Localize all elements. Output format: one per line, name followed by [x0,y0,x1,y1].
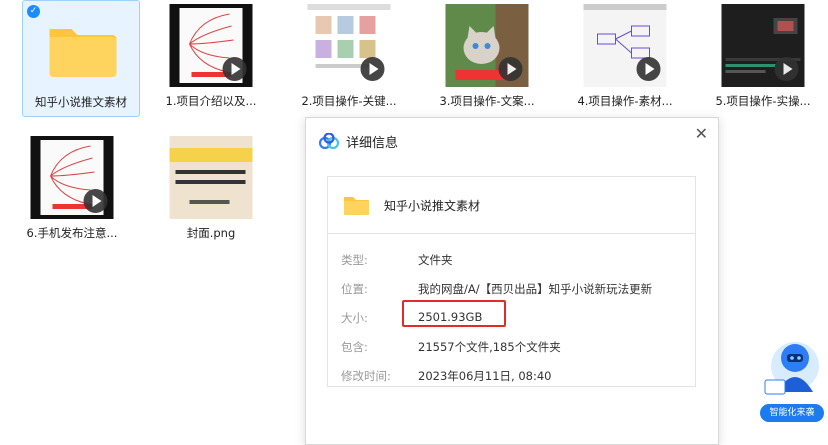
assistant-label[interactable]: 智能化来袭 [760,404,824,422]
file-name: 2.项目操作-关键... [301,94,397,108]
play-icon[interactable] [636,57,661,81]
cover-image-thumbnail [169,136,253,219]
mindmap-thumbnail [30,136,114,219]
file-name: 6.手机发布注意... [26,226,118,240]
row-label: 大小: [341,311,368,325]
file-tile-image[interactable]: 封面.png [152,132,270,249]
file-tile-video[interactable]: 5.项目操作-实操... [704,0,822,117]
row-label: 修改时间: [341,369,391,383]
file-tile-video[interactable]: 4.项目操作-素材... [566,0,684,117]
diagram-thumbnail [583,4,667,87]
file-tile-video[interactable]: 3.项目操作-文案... [428,0,546,117]
play-icon[interactable] [498,57,523,81]
play-icon[interactable] [360,57,385,81]
row-label: 包含: [341,340,368,354]
kitten-thumbnail [445,4,529,87]
file-name: 知乎小说推文素材 [35,95,127,109]
folder-icon [49,29,117,77]
row-value: 文件夹 [418,253,453,267]
robot-mascot-icon [764,342,819,395]
play-icon[interactable] [83,189,108,213]
mindmap-thumbnail [169,4,253,87]
folder-name: 知乎小说推文素材 [384,199,481,213]
webpage-thumbnail [307,4,391,87]
info-panel: 知乎小说推文素材 类型: 文件夹 位置: 我的网盘/A/【西贝出品】知乎小说新玩… [327,176,696,387]
row-value: 2023年06月11日, 08:40 [418,369,552,383]
row-value: 21557个文件,185个文件夹 [418,340,561,354]
play-icon[interactable] [222,57,247,81]
size-highlight-box [402,300,506,327]
file-name: 1.项目介绍以及... [165,94,257,108]
dark-editor-thumbnail [721,4,805,87]
play-icon[interactable] [774,57,799,81]
file-tile-video[interactable]: 1.项目介绍以及... [152,0,270,117]
row-label: 类型: [341,253,368,267]
file-name: 3.项目操作-文案... [439,94,535,108]
file-tile-folder[interactable]: ✓ 知乎小说推文素材 [22,0,140,117]
dialog-title: 详细信息 [346,136,399,151]
file-name: 4.项目操作-素材... [577,94,673,108]
checkmark-icon[interactable]: ✓ [27,5,40,18]
file-tile-video[interactable]: 6.手机发布注意... [13,132,131,249]
file-tile-video[interactable]: 2.项目操作-关键... [290,0,408,117]
file-name: 5.项目操作-实操... [715,94,811,108]
details-dialog: 详细信息 ✕ 知乎小说推文素材 类型: 文件夹 位置: 我的网盘/A/【西贝出品… [305,117,719,445]
row-label: 位置: [341,282,368,296]
folder-header: 知乎小说推文素材 [328,177,695,234]
folder-icon [344,197,369,215]
baidu-netdisk-logo-icon [319,133,339,149]
file-name: 封面.png [186,226,236,240]
ai-assistant-widget[interactable]: 智能化来袭 [757,320,828,443]
close-icon[interactable]: ✕ [695,124,708,143]
row-value[interactable]: 我的网盘/A/【西贝出品】知乎小说新玩法更新 [418,281,652,297]
